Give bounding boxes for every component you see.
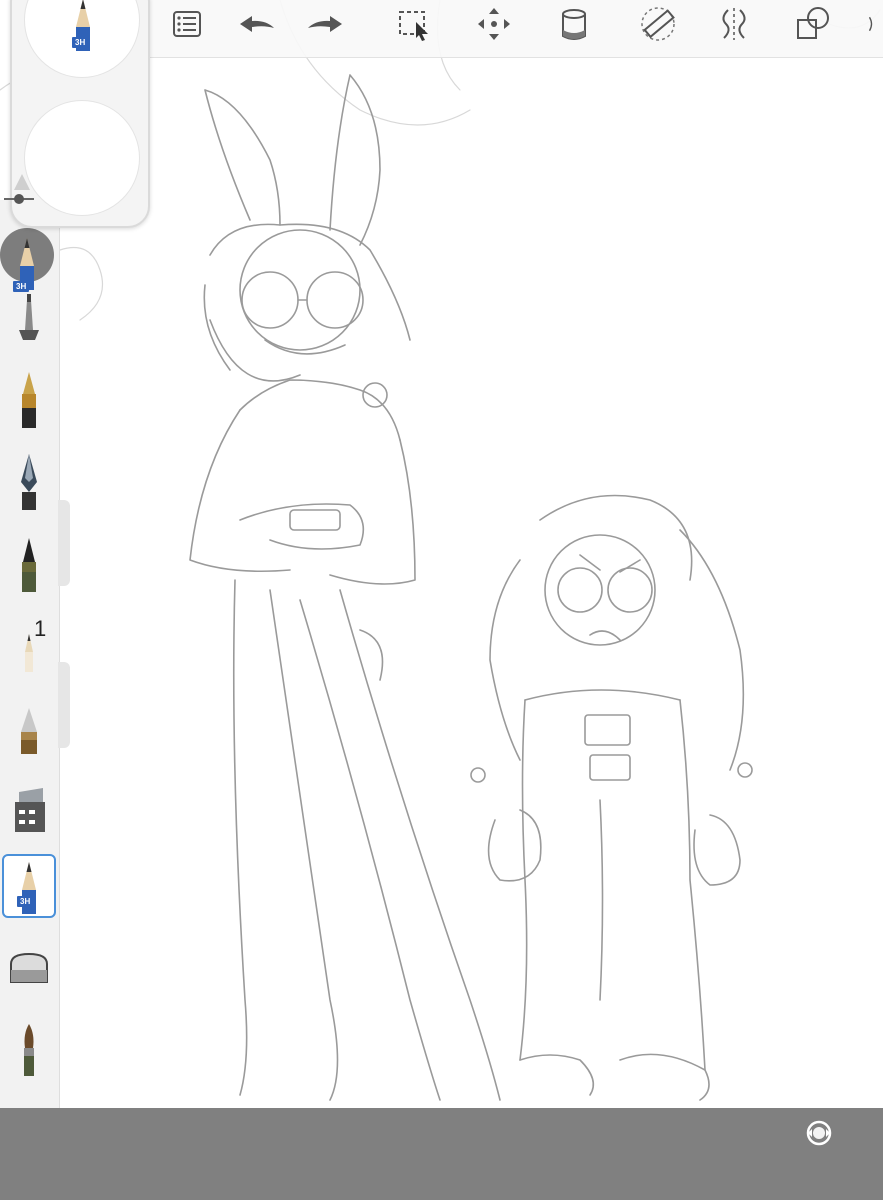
top-toolbar — [150, 0, 883, 58]
fine-pencil-icon[interactable] — [2, 612, 56, 676]
brush-opacity-puck[interactable] — [24, 100, 140, 216]
current-brush-button[interactable]: 3H — [0, 228, 56, 296]
sync-icon[interactable] — [804, 1118, 834, 1148]
ruler-icon[interactable] — [636, 2, 680, 46]
marker-icon[interactable] — [2, 532, 56, 596]
more-icon[interactable] — [856, 2, 883, 46]
shapes-icon[interactable] — [790, 2, 834, 46]
scroll-handle[interactable] — [58, 662, 70, 748]
selection-icon[interactable] — [392, 2, 436, 46]
hardness-label: 3H — [13, 281, 30, 292]
undo-icon[interactable] — [234, 2, 278, 46]
drawing-app: 3H 1 3H 3H — [0, 0, 883, 1200]
bottom-bar — [0, 1108, 883, 1200]
paint-brush-icon[interactable] — [2, 696, 56, 760]
ink-pen-icon[interactable] — [2, 368, 56, 432]
stamp-icon[interactable] — [2, 776, 56, 840]
scroll-handle[interactable] — [58, 500, 70, 586]
fill-bucket-icon[interactable] — [552, 2, 596, 46]
brush-size-puck[interactable]: 3H — [24, 0, 140, 78]
eraser-icon[interactable] — [2, 940, 56, 1004]
transform-move-icon[interactable] — [472, 2, 516, 46]
redo-icon[interactable] — [304, 2, 348, 46]
round-brush-icon[interactable] — [2, 1018, 56, 1082]
brush-library: 3H — [0, 200, 70, 1120]
hardness-label: 3H — [72, 37, 89, 48]
slider-knob[interactable] — [14, 194, 24, 204]
brush-puck: 3H — [10, 0, 150, 228]
airbrush-icon[interactable] — [2, 290, 56, 354]
brush-count-badge: 1 — [34, 616, 47, 641]
pencil-3h-icon[interactable]: 3H — [2, 854, 56, 918]
technical-pen-icon[interactable] — [2, 450, 56, 514]
hardness-label: 3H — [17, 896, 34, 907]
layers-list-icon[interactable] — [164, 2, 208, 46]
symmetry-icon[interactable] — [712, 2, 756, 46]
opacity-slider-icon — [14, 174, 30, 190]
